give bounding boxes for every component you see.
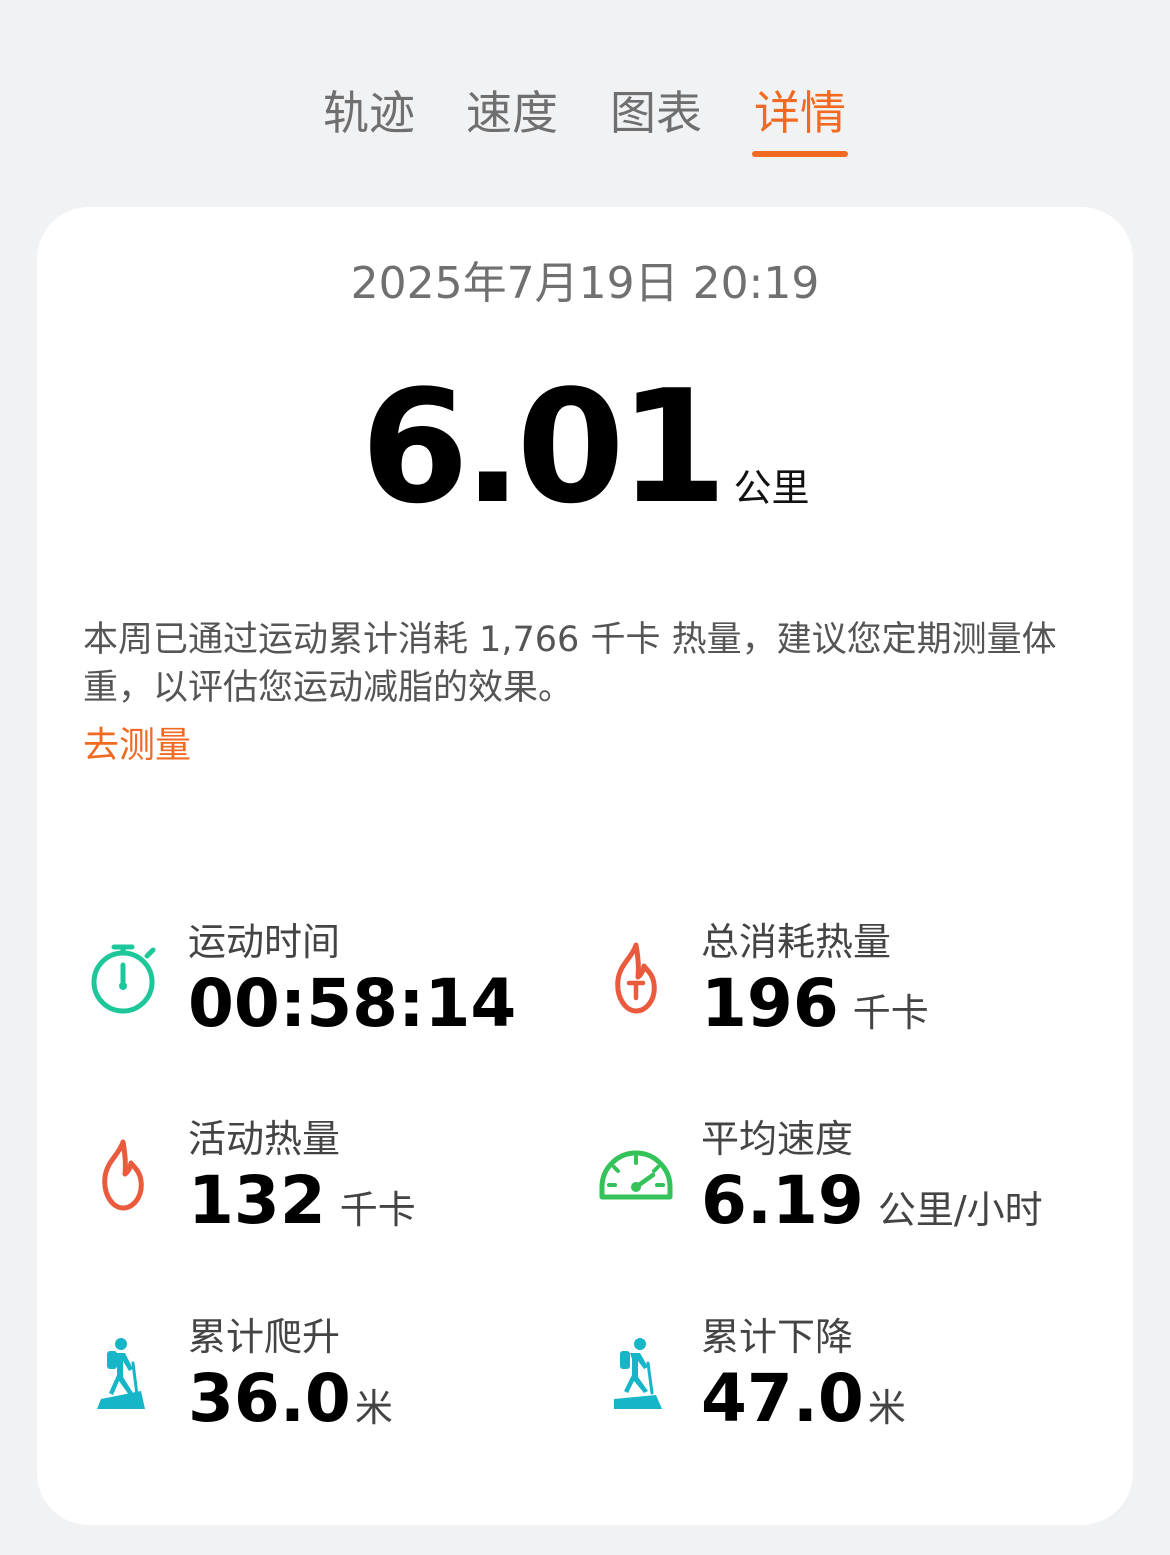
- stat-label: 运动时间: [188, 920, 341, 964]
- stat-descent: 累计下降 47.0 米: [596, 1313, 1096, 1453]
- stat-label: 累计爬升: [188, 1315, 341, 1359]
- stat-value: 36.0: [188, 1360, 351, 1437]
- stat-unit: 米: [354, 1386, 393, 1430]
- stat-duration: 运动时间 00:58:14: [83, 918, 583, 1058]
- details-card: 2025年7月19日 20:19 6.01 公里 本周已通过运动累计消耗 1,76…: [37, 207, 1133, 1525]
- active-tab-indicator: [752, 151, 848, 157]
- stat-unit: 公里/小时: [877, 1188, 1043, 1232]
- flame-icon: [102, 1139, 144, 1211]
- tab-chart[interactable]: 图表: [596, 78, 716, 148]
- hiker-ascent-icon: [97, 1338, 145, 1409]
- stat-value: 00:58:14: [188, 965, 517, 1042]
- tab-bar: 轨迹 速度 图表 详情: [0, 78, 1170, 160]
- stat-unit: 米: [867, 1386, 906, 1430]
- stat-value: 47.0: [701, 1360, 864, 1437]
- stat-value: 196: [701, 965, 839, 1042]
- tab-speed[interactable]: 速度: [452, 78, 572, 148]
- stat-total-calories: 总消耗热量 196 千卡: [596, 918, 1096, 1058]
- tab-track[interactable]: 轨迹: [309, 78, 429, 148]
- go-measure-link[interactable]: 去测量: [83, 721, 191, 771]
- distance-display: 6.01 公里: [37, 357, 1133, 537]
- stat-ascent: 累计爬升 36.0 米: [83, 1313, 583, 1453]
- workout-datetime: 2025年7月19日 20:19: [350, 258, 820, 309]
- stat-active-calories: 活动热量 132 千卡: [83, 1115, 583, 1255]
- stat-label: 总消耗热量: [701, 920, 892, 964]
- speedometer-icon: [599, 1150, 673, 1200]
- stat-value: 132: [188, 1162, 326, 1239]
- stat-unit: 千卡: [852, 991, 929, 1035]
- stat-label: 活动热量: [188, 1117, 341, 1161]
- stat-unit: 千卡: [339, 1188, 416, 1232]
- stopwatch-icon: [91, 944, 156, 1014]
- distance-value: 6.01: [360, 356, 728, 538]
- stat-label: 累计下降: [701, 1315, 854, 1359]
- hiker-descent-icon: [614, 1338, 662, 1409]
- stat-label: 平均速度: [701, 1117, 854, 1161]
- distance-unit: 公里: [733, 466, 810, 510]
- stat-value: 6.19: [701, 1162, 864, 1239]
- stat-avg-speed: 平均速度 6.19 公里/小时: [596, 1115, 1096, 1255]
- flame-t-icon: [615, 942, 657, 1014]
- weekly-calorie-note: 本周已通过运动累计消耗 1,766 千卡 热量，建议您定期测量体重，以评估您运动…: [83, 620, 1057, 708]
- tab-details[interactable]: 详情: [740, 78, 860, 148]
